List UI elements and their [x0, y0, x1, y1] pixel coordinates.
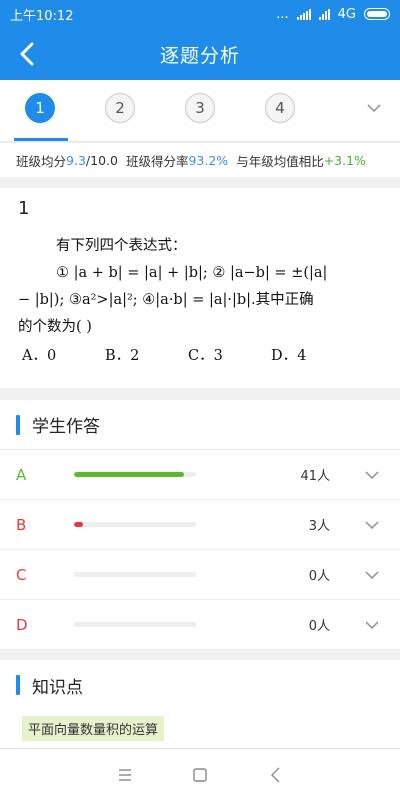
menu-icon[interactable]	[115, 765, 135, 785]
chevron-down-icon[interactable]	[364, 618, 380, 632]
status-dots: ...	[276, 6, 289, 22]
option-c-text: C．3	[188, 348, 223, 364]
question-line-2: ① |a + b| = |a| + |b|; ② |a−b| = ±(|a|	[56, 265, 328, 281]
answer-option-label: D	[16, 615, 28, 634]
score-rate-label: 班级得分率	[125, 153, 189, 169]
section-title: 学生作答	[32, 417, 100, 437]
answer-option-label: B	[16, 515, 27, 534]
page-title: 逐题分析	[159, 44, 240, 67]
answer-count: 0人	[308, 619, 330, 634]
status-bar: 上午10:12 ... 4G	[0, 0, 400, 28]
question-tabs: 1 2 3 4	[0, 80, 400, 142]
answer-row-c[interactable]: C 0人	[0, 550, 400, 600]
answer-row-a[interactable]: A 41人	[0, 450, 400, 500]
compare-label: 与年级均值相比	[236, 153, 324, 169]
section-header: 学生作答	[0, 400, 400, 450]
score-rate-value: 93.2%	[188, 152, 229, 168]
answer-progress-track	[74, 622, 196, 627]
answer-count: 41人	[300, 469, 330, 484]
chevron-down-icon[interactable]	[364, 518, 380, 532]
question-tab-3[interactable]: 3	[185, 93, 215, 123]
answer-progress-track	[74, 522, 196, 527]
active-tab-indicator	[14, 138, 68, 141]
compare-value: +3.1%	[323, 152, 366, 168]
answer-progress-track	[74, 572, 196, 577]
status-time: 上午10:12	[10, 8, 74, 24]
class-avg-value: 9.3	[66, 152, 86, 168]
question-tab-1[interactable]: 1	[25, 93, 55, 123]
option-b-text: B．2	[105, 348, 140, 364]
class-stats: 班级均分 9.3 /10.0 班级得分率 93.2% 与年级均值相比 +3.1%	[0, 143, 400, 177]
chevron-down-icon[interactable]	[364, 568, 380, 582]
question-line-3: − |b|); ③a²>|a|²; ④|a·b| = |a|·|b|.其中正确	[18, 292, 314, 308]
question-number: 1	[18, 198, 30, 219]
network-type: 4G	[337, 6, 356, 22]
signal-icon	[296, 8, 311, 20]
option-d-text: D．4	[271, 348, 307, 364]
answer-option-label: C	[16, 565, 27, 584]
answer-option-label: A	[16, 465, 27, 484]
section-header: 知识点	[0, 660, 400, 710]
question-card: 1 有下列四个表达式： ① |a + b| = |a| + |b|; ② |a−…	[0, 188, 400, 388]
chevron-down-icon[interactable]	[364, 468, 380, 482]
class-avg-total: /10.0	[85, 152, 118, 168]
question-line-1: 有下列四个表达式：	[56, 238, 187, 254]
student-answers-section: 学生作答 A 41人 B 3人 C 0人 D 0人	[0, 400, 400, 650]
knowledge-section: 知识点 平面向量数量积的运算	[0, 660, 400, 748]
answer-row-b[interactable]: B 3人	[0, 500, 400, 550]
answer-count: 3人	[308, 519, 330, 534]
section-title: 知识点	[32, 677, 83, 698]
answer-list: A 41人 B 3人 C 0人 D 0人	[0, 450, 400, 650]
answer-count: 0人	[308, 569, 330, 584]
battery-icon	[364, 8, 390, 20]
answer-progress-fill	[74, 472, 184, 477]
back-icon[interactable]	[266, 765, 286, 785]
signal-icon-2	[318, 8, 330, 20]
back-arrow-icon[interactable]	[12, 38, 44, 70]
status-icons: ... 4G	[276, 7, 390, 22]
section-accent-bar	[16, 675, 20, 695]
class-avg-label: 班级均分	[16, 153, 67, 169]
question-tab-2[interactable]: 2	[105, 93, 135, 123]
home-icon[interactable]	[190, 765, 210, 785]
knowledge-tag[interactable]: 平面向量数量积的运算	[22, 716, 165, 741]
question-line-4: 的个数为( )	[18, 319, 92, 335]
option-a-text: A．0	[22, 348, 57, 364]
chevron-down-icon[interactable]	[366, 100, 382, 116]
nav-bar: 逐题分析	[0, 28, 400, 80]
section-accent-bar	[16, 414, 20, 435]
question-options: A．0 B．2 C．3 D．4	[22, 343, 382, 370]
answer-progress-track	[74, 472, 196, 477]
question-tab-4[interactable]: 4	[265, 93, 295, 123]
system-nav-bar	[0, 748, 400, 800]
answer-progress-fill	[74, 522, 83, 527]
answer-row-d[interactable]: D 0人	[0, 600, 400, 650]
question-body: 有下列四个表达式： ① |a + b| = |a| + |b|; ② |a−b|…	[18, 233, 382, 370]
